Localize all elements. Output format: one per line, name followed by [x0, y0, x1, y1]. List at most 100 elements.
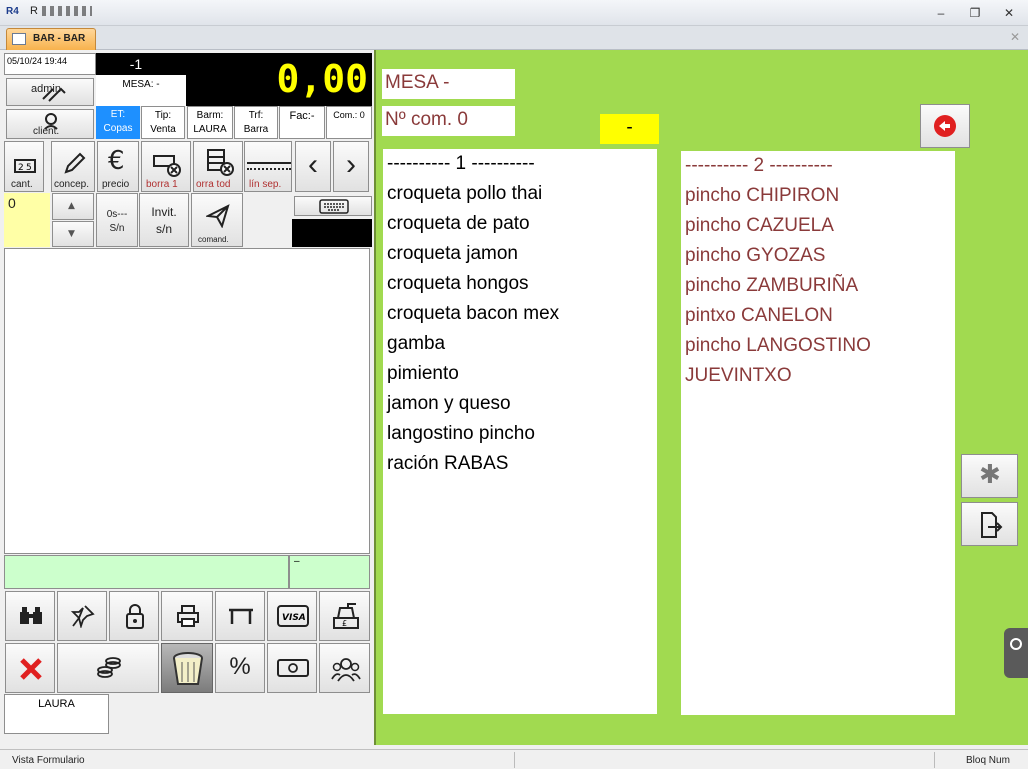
qty-down-button[interactable]: ▼	[52, 221, 94, 247]
trf-value: Barra	[243, 124, 269, 135]
mesa-label: MESA: -	[96, 75, 186, 106]
product-item[interactable]: croqueta pollo thai	[387, 179, 657, 209]
barman-label: Barm:	[196, 110, 224, 121]
next-button[interactable]: ›	[333, 141, 369, 192]
total-display: 0,00	[176, 53, 372, 106]
tab-bar-bar[interactable]: BAR - BAR	[6, 28, 96, 50]
keyboard-icon	[319, 199, 349, 214]
basket-icon	[173, 652, 203, 685]
trf-label: Trf:	[248, 110, 264, 121]
product-column-1: ---------- 1 ---------- croqueta pollo t…	[383, 149, 657, 714]
linea-separadora-button[interactable]: lín sep.	[244, 141, 292, 192]
ticket-summary-strip	[4, 555, 289, 589]
tab-close-icon[interactable]: ✕	[1010, 30, 1020, 44]
borra1-button[interactable]: borra 1	[141, 141, 191, 192]
lock-button[interactable]	[109, 591, 159, 641]
product-item[interactable]: pincho CHIPIRON	[685, 181, 955, 211]
concep-button[interactable]: concep.	[51, 141, 95, 192]
cant-label: cant.	[11, 179, 33, 190]
product-item[interactable]: pimiento	[387, 359, 657, 389]
ticket-summary-right: –	[289, 555, 370, 589]
banknote-icon	[277, 659, 309, 677]
cash-register-icon: £	[333, 603, 359, 629]
delete-line-icon	[153, 155, 181, 177]
coins-button[interactable]	[57, 643, 159, 693]
pin-icon	[71, 605, 95, 628]
product-item[interactable]: pincho GYOZAS	[685, 241, 955, 271]
admin-button[interactable]: admin	[6, 78, 94, 106]
basket-button[interactable]	[161, 643, 213, 693]
product-item[interactable]: croqueta de pato	[387, 209, 657, 239]
fac-cell[interactable]: Fac:-	[279, 106, 325, 139]
keyboard-button[interactable]	[294, 196, 372, 216]
product-item[interactable]: JUEVINTXO	[685, 361, 955, 391]
cash-register-button[interactable]: £	[319, 591, 370, 641]
tip-label: Tip:	[154, 110, 172, 121]
ticket-lines-area[interactable]	[4, 248, 370, 554]
discount-button[interactable]: %	[215, 643, 265, 693]
precio-button[interactable]: € precio	[97, 141, 139, 192]
quantity-field[interactable]: 0	[4, 193, 50, 247]
concep-label: concep.	[54, 179, 90, 190]
back-button[interactable]	[920, 104, 970, 148]
product-item[interactable]: croqueta bacon mex	[387, 299, 657, 329]
cash-button[interactable]	[267, 643, 317, 693]
tip-cell[interactable]: Tip: Venta	[141, 106, 185, 139]
title-decoration	[42, 6, 92, 16]
special-button[interactable]: ✱	[961, 454, 1018, 498]
client-label: client.	[33, 126, 60, 137]
printer-icon	[177, 605, 199, 627]
cant-button[interactable]: 25 cant.	[4, 141, 44, 192]
product-item[interactable]: croqueta jamon	[387, 239, 657, 269]
back-arrow-icon	[934, 115, 956, 137]
pin-button[interactable]	[57, 591, 107, 641]
status-left: Vista Formulario	[12, 755, 85, 766]
split-bill-button[interactable]	[319, 643, 370, 693]
product-item[interactable]: pincho LANGOSTINO	[685, 331, 955, 361]
product-item[interactable]: pincho ZAMBURIÑA	[685, 271, 955, 301]
binoculars-icon	[20, 607, 42, 624]
product-item[interactable]: croqueta hongos	[387, 269, 657, 299]
comandar-button[interactable]: comand.	[191, 193, 243, 247]
cancel-button[interactable]	[5, 643, 55, 693]
send-icon	[206, 204, 230, 228]
minimize-button[interactable]: –	[930, 5, 952, 21]
up-arrow-icon: ▲	[68, 201, 75, 211]
print-button[interactable]	[161, 591, 213, 641]
comandar-label: comand.	[198, 235, 229, 244]
borra-todo-button[interactable]: orra tod	[193, 141, 243, 192]
barman-cell[interactable]: Barm: LAURA	[187, 106, 233, 139]
product-item[interactable]: gamba	[387, 329, 657, 359]
qty-up-button[interactable]: ▲	[52, 193, 94, 220]
window-title: R	[30, 5, 38, 17]
export-button[interactable]	[961, 502, 1018, 546]
table-button[interactable]	[215, 591, 265, 641]
com-cell[interactable]: Com.: 0	[326, 106, 372, 139]
table-icon	[229, 608, 253, 624]
linea-sep-label: lín sep.	[249, 179, 282, 190]
invitacion-button[interactable]: Invit. s/n	[139, 193, 189, 247]
restore-button[interactable]: ❐	[964, 5, 986, 21]
search-button[interactable]	[5, 591, 55, 641]
tab-label: BAR - BAR	[33, 33, 86, 44]
product-column-2: ---------- 2 ---------- pincho CHIPIRON …	[681, 151, 955, 715]
client-button[interactable]: client.	[6, 109, 94, 139]
column-1-list: ---------- 1 ---------- croqueta pollo t…	[383, 149, 657, 479]
svg-text:5: 5	[26, 163, 32, 173]
status-bar: Vista Formulario Bloq Num	[0, 749, 1028, 769]
product-item[interactable]: langostino pincho	[387, 419, 657, 449]
product-item[interactable]: pintxo CANELON	[685, 301, 955, 331]
side-panel-toggle[interactable]	[1004, 628, 1028, 678]
visa-button[interactable]: VISA	[267, 591, 317, 641]
trf-cell[interactable]: Trf: Barra	[234, 106, 278, 139]
close-window-button[interactable]: ✕	[998, 5, 1020, 21]
product-item[interactable]: jamon y queso	[387, 389, 657, 419]
et-cell[interactable]: ET: Copas	[96, 106, 140, 139]
prev-button[interactable]: ‹	[295, 141, 331, 192]
product-item[interactable]: ración RABAS	[387, 449, 657, 479]
tab-bar	[0, 26, 1028, 50]
tip-value: Venta	[150, 124, 176, 135]
status-divider	[514, 752, 515, 768]
product-item[interactable]: pincho CAZUELA	[685, 211, 955, 241]
os-button[interactable]: 0s--- S/n	[96, 193, 138, 247]
